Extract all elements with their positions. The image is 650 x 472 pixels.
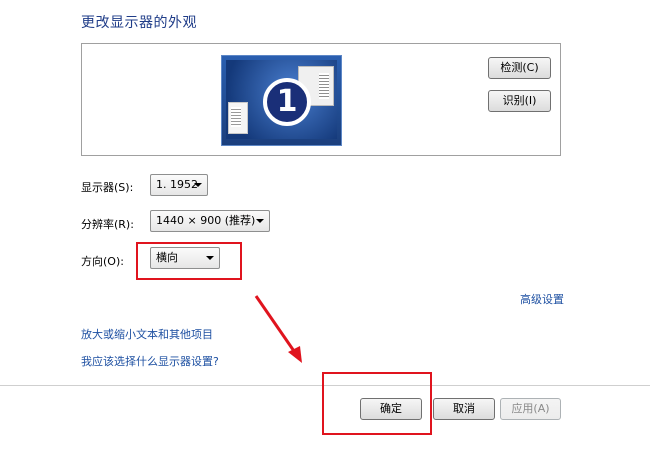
chevron-down-icon (206, 256, 214, 260)
identify-button[interactable]: 识别(I) (488, 90, 551, 112)
chevron-down-icon (256, 219, 264, 223)
resolution-label: 分辨率(R): (81, 218, 134, 231)
chevron-down-icon (194, 183, 202, 187)
ok-button[interactable]: 确定 (360, 398, 422, 420)
apply-button[interactable]: 应用(A) (500, 398, 561, 420)
monitor-preview-area: 1 检测(C) 识别(I) (81, 43, 561, 156)
orientation-select[interactable]: 横向 (150, 247, 220, 269)
footer-divider (0, 385, 650, 386)
detect-button[interactable]: 检测(C) (488, 57, 551, 79)
cancel-button[interactable]: 取消 (433, 398, 495, 420)
which-settings-link[interactable]: 我应该选择什么显示器设置? (81, 353, 219, 369)
window-thumbnail-icon (228, 102, 248, 134)
text-size-link[interactable]: 放大或缩小文本和其他项目 (81, 326, 213, 342)
advanced-settings-link[interactable]: 高级设置 (520, 291, 564, 307)
resolution-select-value: 1440 × 900 (推荐) (156, 214, 256, 227)
resolution-select[interactable]: 1440 × 900 (推荐) (150, 210, 270, 232)
monitor-1-thumbnail[interactable]: 1 (221, 55, 342, 146)
display-select-value: 1. 1952 (156, 178, 198, 191)
display-label: 显示器(S): (81, 181, 134, 194)
monitor-number-badge: 1 (263, 78, 311, 126)
page-title: 更改显示器的外观 (81, 15, 197, 31)
red-arrow-icon (254, 295, 302, 363)
orientation-label: 方向(O): (81, 255, 124, 268)
orientation-select-value: 横向 (156, 251, 178, 264)
display-select[interactable]: 1. 1952 (150, 174, 208, 196)
